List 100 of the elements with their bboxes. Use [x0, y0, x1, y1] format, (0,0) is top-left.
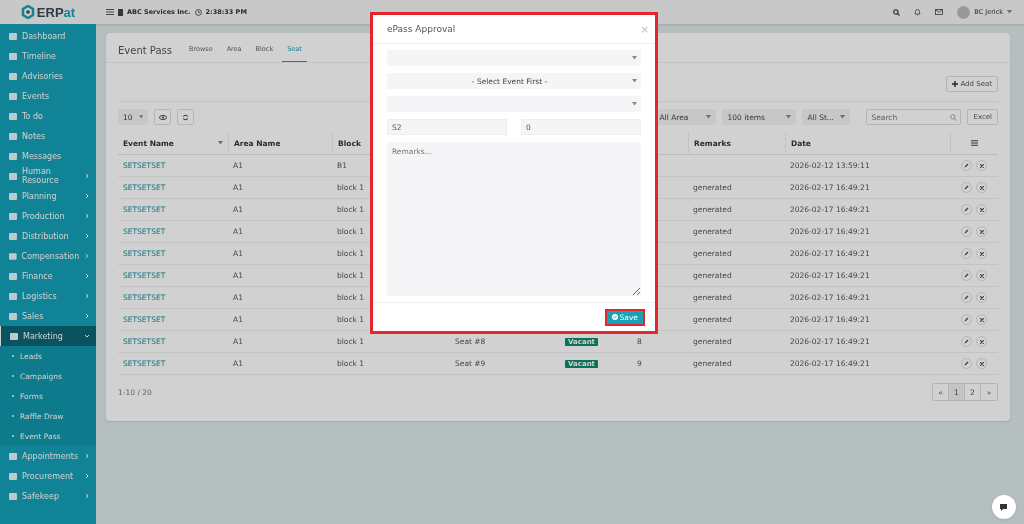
close-icon: [979, 229, 984, 234]
edit-button[interactable]: [961, 248, 972, 259]
square-icon: [9, 312, 17, 320]
edit-button[interactable]: [961, 270, 972, 281]
select-field[interactable]: [387, 50, 641, 66]
edit-button[interactable]: [961, 292, 972, 303]
check-circle-icon: [611, 314, 618, 320]
edit-button[interactable]: [961, 160, 972, 171]
close-button[interactable]: ×: [640, 23, 649, 35]
caret-icon: [840, 115, 846, 119]
sidebar-item[interactable]: Procurement: [0, 466, 96, 486]
delete-button[interactable]: [976, 248, 987, 259]
square-icon: [9, 232, 17, 240]
delete-button[interactable]: [976, 204, 987, 215]
columns-menu-icon[interactable]: [971, 140, 978, 146]
edit-button[interactable]: [961, 314, 972, 325]
pencil-icon: [964, 229, 969, 234]
sidebar-item[interactable]: Logistics: [0, 286, 96, 306]
pencil-icon: [964, 295, 969, 300]
close-icon: [979, 295, 984, 300]
sidebar-item[interactable]: Advisories: [0, 66, 96, 86]
edit-button[interactable]: [961, 182, 972, 193]
close-icon: [979, 273, 984, 278]
square-icon: [9, 252, 17, 260]
delete-button[interactable]: [976, 160, 987, 171]
edit-button[interactable]: [961, 358, 972, 369]
delete-button[interactable]: [976, 314, 987, 325]
chat-button[interactable]: [992, 495, 1016, 519]
refresh-button[interactable]: [177, 109, 194, 125]
pencil-icon: [964, 163, 969, 168]
sidebar-item[interactable]: Compensation: [0, 246, 96, 266]
square-icon: [9, 172, 17, 180]
sidebar-item[interactable]: Finance: [0, 266, 96, 286]
delete-button[interactable]: [976, 292, 987, 303]
square-icon: [9, 152, 17, 160]
sidebar-item[interactable]: Timeline: [0, 46, 96, 66]
sidebar-item[interactable]: Messages: [0, 146, 96, 166]
sidebar-item[interactable]: Safekeep: [0, 486, 96, 506]
select-field[interactable]: [387, 96, 641, 112]
caret-icon: [632, 56, 637, 60]
sidebar-item[interactable]: Production: [0, 206, 96, 226]
pencil-icon: [964, 361, 969, 366]
sidebar-item[interactable]: Distribution: [0, 226, 96, 246]
close-icon: [979, 361, 984, 366]
mail-icon[interactable]: [935, 9, 944, 15]
menu-icon[interactable]: [106, 9, 114, 15]
brand-name: ERPat: [36, 4, 76, 20]
page-title: Event Pass: [118, 45, 172, 56]
caret-icon: [706, 115, 712, 119]
close-icon: [979, 163, 984, 168]
dialog-title: ePass Approval: [387, 24, 456, 34]
sidebar-item[interactable]: Human Resource: [0, 166, 96, 186]
sidebar-item[interactable]: To do: [0, 106, 96, 126]
square-icon: [9, 132, 17, 140]
close-icon: [979, 207, 984, 212]
square-icon: [10, 332, 18, 340]
search-icon[interactable]: [893, 8, 901, 16]
pencil-icon: [964, 339, 969, 344]
pencil-icon: [964, 185, 969, 190]
caret-icon: [138, 115, 143, 119]
clock-icon: [194, 8, 202, 16]
sidebar-item[interactable]: Dashboard: [0, 26, 96, 46]
caret-icon: [632, 102, 637, 106]
search-icon: [950, 113, 958, 121]
sidebar-item[interactable]: Appointments: [0, 446, 96, 466]
close-icon: [979, 185, 984, 190]
square-icon: [9, 292, 17, 300]
pencil-icon: [964, 251, 969, 256]
building-icon: [118, 8, 123, 16]
square-icon: [9, 212, 17, 220]
sidebar-item[interactable]: Marketing: [0, 326, 96, 346]
sidebar-item[interactable]: Notes: [0, 126, 96, 146]
edit-button[interactable]: [961, 226, 972, 237]
caret-icon: [1007, 10, 1012, 14]
square-icon: [9, 52, 17, 60]
sidebar-item[interactable]: Events: [0, 86, 96, 106]
edit-button[interactable]: [961, 336, 972, 347]
plus-icon: [952, 81, 959, 87]
sidebar-item[interactable]: Planning: [0, 186, 96, 206]
visibility-button[interactable]: [154, 109, 171, 125]
close-icon: [979, 251, 984, 256]
square-icon: [9, 72, 17, 80]
square-icon: [9, 192, 17, 200]
refresh-icon: [182, 113, 189, 121]
eye-icon: [158, 114, 167, 120]
square-icon: [9, 492, 17, 500]
pencil-icon: [964, 317, 969, 322]
delete-button[interactable]: [976, 182, 987, 193]
chat-icon: [999, 502, 1009, 512]
square-icon: [9, 272, 17, 280]
sidebar-item[interactable]: Sales: [0, 306, 96, 326]
delete-button[interactable]: [976, 226, 987, 237]
square-icon: [9, 112, 17, 120]
delete-button[interactable]: [976, 358, 987, 369]
delete-button[interactable]: [976, 336, 987, 347]
close-icon: [979, 339, 984, 344]
pencil-icon: [964, 273, 969, 278]
delete-button[interactable]: [976, 270, 987, 281]
edit-button[interactable]: [961, 204, 972, 215]
bell-icon[interactable]: [914, 8, 922, 16]
